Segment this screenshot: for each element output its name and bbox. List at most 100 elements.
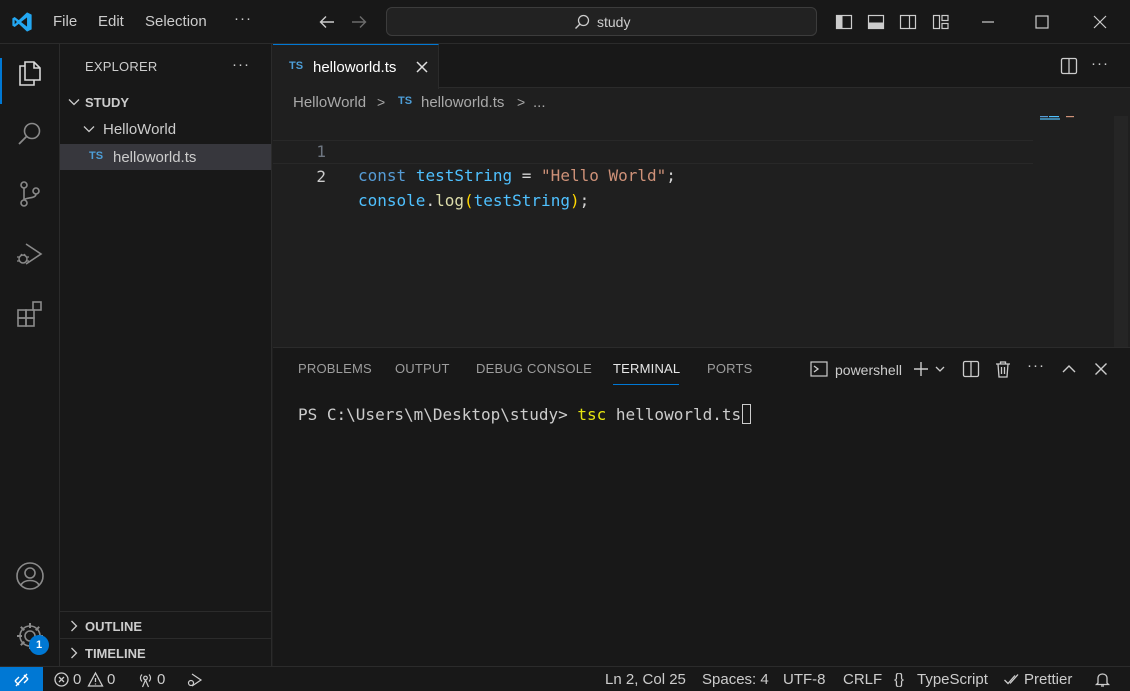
- line-source: const testString = "Hello World";: [358, 164, 676, 188]
- menu-file[interactable]: File: [53, 13, 77, 30]
- activity-bar: 1: [0, 44, 60, 666]
- tab-debug-console[interactable]: DEBUG CONSOLE: [476, 361, 592, 376]
- tab-problems[interactable]: PROBLEMS: [298, 361, 372, 376]
- notifications-bell-icon[interactable]: [1094, 671, 1111, 688]
- tree-root-study[interactable]: STUDY: [60, 89, 271, 115]
- breadcrumb-folder[interactable]: HelloWorld: [293, 94, 366, 111]
- split-editor-icon[interactable]: [1059, 56, 1079, 76]
- split-terminal-icon[interactable]: [961, 359, 981, 379]
- token-variable: testString: [415, 166, 513, 185]
- vscode-logo-icon: [12, 12, 32, 32]
- explorer-title: EXPLORER: [85, 59, 158, 74]
- tab-helloworld-ts[interactable]: TS helloworld.ts: [273, 44, 439, 89]
- outline-label: OUTLINE: [85, 619, 143, 634]
- editor-scrollbar[interactable]: [1114, 116, 1128, 347]
- trash-icon[interactable]: [993, 359, 1013, 379]
- chevron-right-icon: [71, 647, 78, 659]
- outline-section-header[interactable]: OUTLINE: [60, 611, 271, 638]
- code-line: 1 const testString = "Hello World";: [273, 116, 1033, 185]
- maximize-panel-chevron-up-icon[interactable]: [1059, 359, 1079, 379]
- editor-tabs: TS helloworld.ts ···: [273, 44, 1130, 89]
- status-bar: 0 0 0 Ln 2, Col 25 Spaces: 4 UTF-8 CRLF …: [0, 666, 1130, 691]
- extensions-icon[interactable]: [14, 298, 46, 330]
- toggle-panel-icon[interactable]: [866, 12, 886, 32]
- formatter[interactable]: Prettier: [1024, 671, 1072, 688]
- minimize-icon[interactable]: [978, 12, 998, 32]
- token-operator: =: [512, 166, 542, 185]
- token-keyword: const: [358, 166, 407, 185]
- warning-count[interactable]: 0: [107, 671, 115, 688]
- end-of-line[interactable]: CRLF: [843, 671, 882, 688]
- terminal-output[interactable]: PS C:\Users\m\Desktop\study> tsc hellowo…: [298, 404, 752, 424]
- settings-update-badge: 1: [29, 635, 49, 655]
- timeline-section-header[interactable]: TIMELINE: [60, 638, 271, 665]
- token-dot: .: [425, 191, 436, 210]
- tab-ports[interactable]: PORTS: [707, 361, 753, 376]
- toggle-secondary-sidebar-icon[interactable]: [898, 12, 918, 32]
- breadcrumb-separator: >: [517, 94, 526, 110]
- chevron-down-icon: [68, 99, 80, 106]
- breadcrumb-file[interactable]: helloworld.ts: [421, 94, 504, 111]
- remote-indicator[interactable]: [0, 667, 43, 691]
- terminal-args: helloworld.ts: [606, 405, 742, 424]
- new-terminal-plus-icon[interactable]: [911, 359, 931, 379]
- maximize-icon[interactable]: [1032, 12, 1052, 32]
- explorer-files-icon[interactable]: [14, 57, 46, 89]
- explorer-more-actions-button[interactable]: ···: [232, 56, 252, 76]
- menu-selection[interactable]: Selection: [145, 13, 207, 30]
- indentation[interactable]: Spaces: 4: [702, 671, 769, 688]
- menu-edit[interactable]: Edit: [98, 13, 124, 30]
- command-center-label: study: [597, 14, 631, 30]
- title-bar: File Edit Selection ··· study: [0, 0, 1130, 44]
- error-count[interactable]: 0: [73, 671, 81, 688]
- accounts-icon[interactable]: [14, 560, 46, 592]
- cursor-position[interactable]: Ln 2, Col 25: [605, 671, 686, 688]
- ports-broadcast-icon[interactable]: [137, 671, 154, 688]
- close-window-icon[interactable]: [1090, 12, 1110, 32]
- forward-arrow-icon[interactable]: [348, 11, 370, 33]
- encoding[interactable]: UTF-8: [783, 671, 826, 688]
- breadcrumb-ellipsis[interactable]: ...: [533, 94, 546, 111]
- tree-folder-helloworld[interactable]: HelloWorld: [60, 116, 271, 142]
- chevron-down-icon[interactable]: [933, 359, 947, 379]
- customize-layout-icon[interactable]: [931, 12, 951, 32]
- search-icon[interactable]: [14, 118, 46, 150]
- back-arrow-icon[interactable]: [316, 11, 338, 33]
- tree-file-helloworld-ts[interactable]: TS helloworld.ts: [60, 144, 271, 170]
- code-line-current: 2 console.log(testString);: [273, 140, 1033, 210]
- warning-icon[interactable]: [87, 671, 104, 688]
- breadcrumb-separator: >: [377, 94, 386, 110]
- language-braces-icon: {}: [894, 671, 905, 688]
- terminal-prompt: PS C:\Users\m\Desktop\study>: [298, 405, 578, 424]
- tab-label: helloworld.ts: [313, 59, 397, 76]
- ports-count[interactable]: 0: [157, 671, 165, 688]
- close-panel-icon[interactable]: [1091, 359, 1111, 379]
- search-icon: [575, 14, 590, 29]
- chevron-right-icon: [71, 620, 78, 632]
- tree-file-label: helloworld.ts: [113, 149, 197, 166]
- token-string: "Hello World": [541, 166, 667, 185]
- chevron-down-icon: [83, 126, 95, 133]
- token-paren-close: ): [569, 191, 580, 210]
- source-control-icon[interactable]: [14, 178, 46, 210]
- active-indicator: [0, 58, 2, 104]
- error-icon[interactable]: [53, 671, 70, 688]
- active-tab-indicator: [613, 384, 679, 385]
- panel-more-actions-button[interactable]: ···: [1027, 357, 1047, 377]
- editor-more-actions-button[interactable]: ···: [1091, 55, 1111, 75]
- toggle-primary-sidebar-icon[interactable]: [834, 12, 854, 32]
- tab-terminal[interactable]: TERMINAL: [613, 361, 680, 376]
- minimap[interactable]: [1040, 116, 1080, 120]
- terminal-name[interactable]: powershell: [835, 362, 902, 378]
- command-center[interactable]: study: [386, 7, 817, 36]
- check-all-icon: [1004, 674, 1019, 685]
- menu-more-button[interactable]: ···: [234, 10, 252, 27]
- run-and-debug-icon[interactable]: [14, 238, 46, 270]
- bottom-panel: PROBLEMS OUTPUT DEBUG CONSOLE TERMINAL P…: [273, 347, 1130, 666]
- close-icon[interactable]: [413, 58, 431, 76]
- terminal-icon: [810, 361, 828, 377]
- debug-launch-icon[interactable]: [186, 671, 203, 688]
- tab-output[interactable]: OUTPUT: [395, 361, 450, 376]
- language-mode[interactable]: TypeScript: [917, 671, 988, 688]
